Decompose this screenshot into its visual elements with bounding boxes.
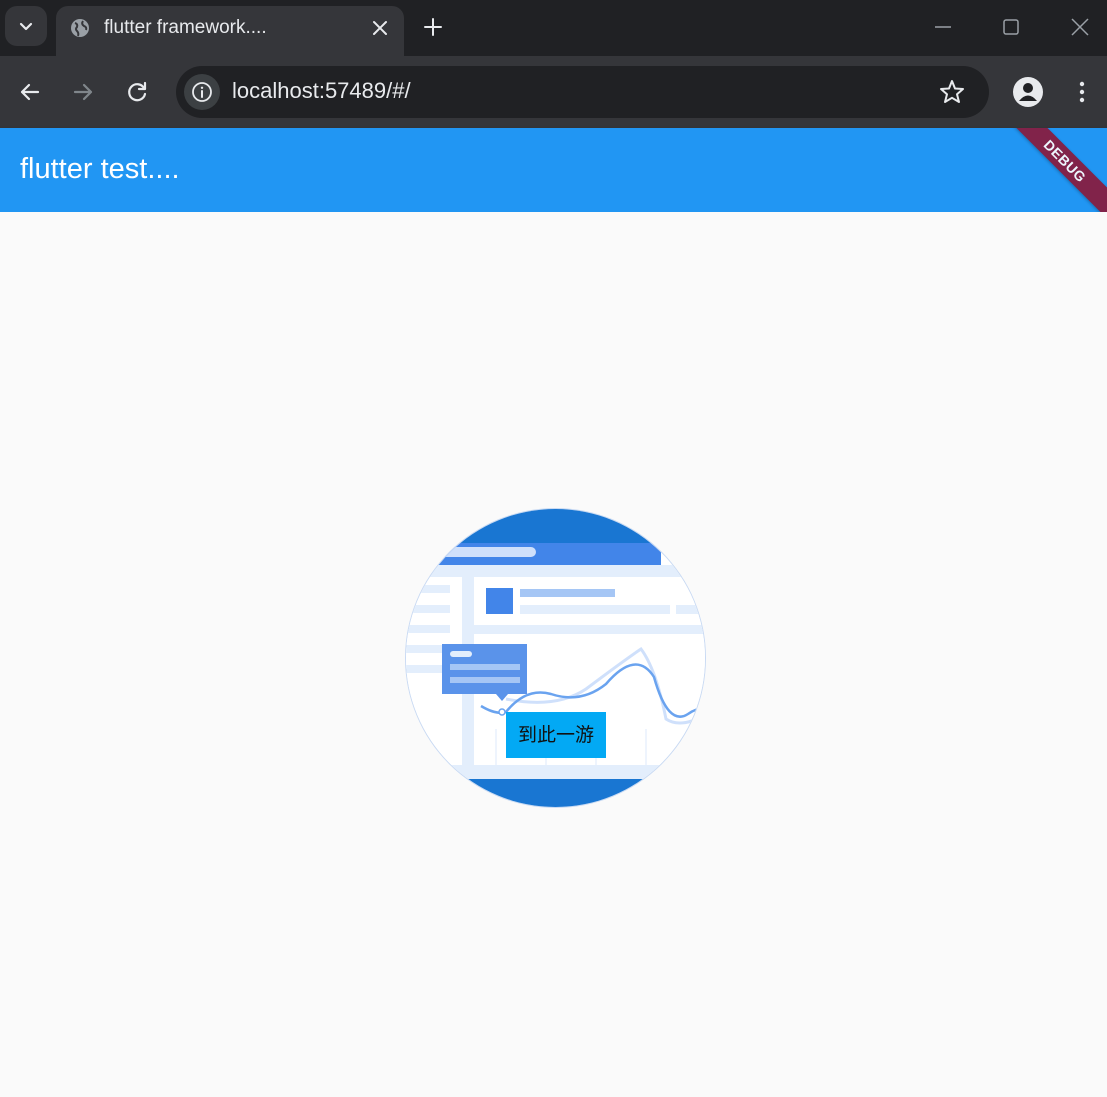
- info-icon: [192, 82, 212, 102]
- minimize-icon[interactable]: [932, 16, 954, 38]
- browser-toolbar: localhost:57489/#/: [0, 56, 1107, 128]
- debug-banner: DEBUG: [986, 128, 1107, 212]
- plus-icon[interactable]: [422, 16, 444, 38]
- arrow-right-icon[interactable]: [69, 78, 97, 106]
- tour-button[interactable]: 到此一游: [506, 712, 606, 758]
- tab-title: flutter framework....: [104, 17, 267, 38]
- dashboard-illustration: [406, 509, 705, 807]
- app-bar: flutter test.... DEBUG: [0, 128, 1107, 212]
- chevron-down-icon: [19, 22, 33, 31]
- star-icon[interactable]: [938, 78, 966, 106]
- browser-tab[interactable]: flutter framework....: [56, 6, 404, 56]
- close-icon[interactable]: [1069, 16, 1091, 38]
- more-vert-icon[interactable]: [1068, 78, 1096, 106]
- account-icon[interactable]: [1012, 76, 1044, 108]
- reload-icon[interactable]: [123, 78, 151, 106]
- close-icon[interactable]: [370, 18, 390, 38]
- tab-strip: flutter framework....: [0, 0, 1107, 56]
- tab-search-button[interactable]: [5, 6, 47, 46]
- arrow-left-icon[interactable]: [16, 78, 44, 106]
- site-info-button[interactable]: [184, 74, 220, 110]
- globe-icon: [71, 19, 89, 37]
- page-title: flutter test....: [20, 153, 180, 185]
- address-bar[interactable]: localhost:57489/#/: [176, 66, 989, 118]
- illustration-avatar: 到此一游: [405, 508, 706, 808]
- maximize-icon[interactable]: [1000, 16, 1022, 38]
- url-text[interactable]: localhost:57489/#/: [232, 78, 411, 104]
